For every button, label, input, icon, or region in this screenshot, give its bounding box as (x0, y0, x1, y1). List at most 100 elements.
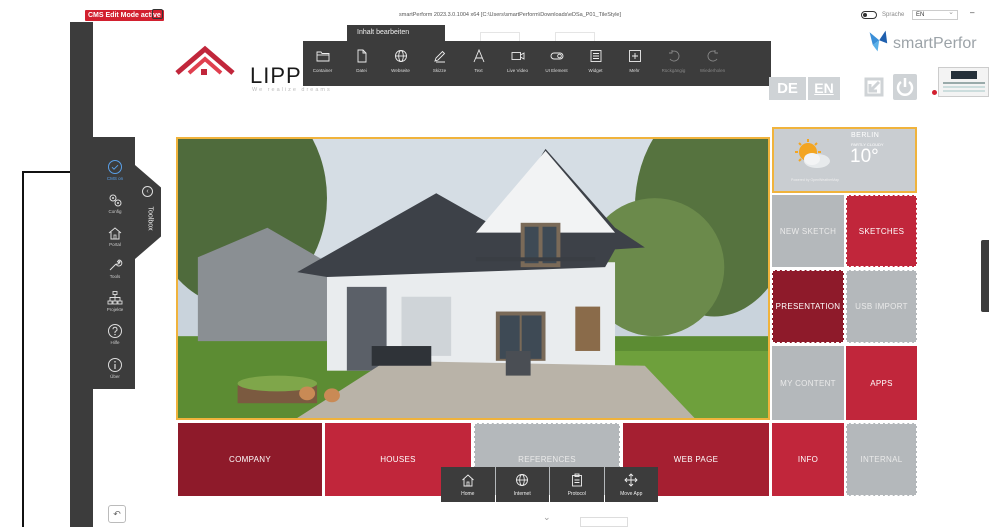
edit-button-label: Rückgängig (661, 68, 686, 73)
add-ui-element-button[interactable]: UI Element (537, 41, 576, 86)
house-photo (178, 139, 768, 418)
toolbox-collapse-button[interactable]: ‹ (142, 186, 153, 197)
language-en-button[interactable]: EN (808, 77, 840, 100)
video-icon (511, 52, 524, 60)
add-text-button[interactable]: Text (459, 41, 498, 86)
folder-icon (316, 51, 329, 62)
dock-internet-button[interactable]: Internet (495, 467, 549, 502)
butterfly-logo-icon (869, 30, 888, 52)
tile-new-sketch[interactable]: NEW SKETCH (772, 195, 844, 267)
lippe-logo-icon (175, 45, 235, 75)
weather-widget[interactable]: BERLIN PARTLY CLOUDY 10° Powered by Open… (772, 127, 917, 193)
tile-apps[interactable]: APPS (846, 346, 917, 420)
minimize-button[interactable]: – (970, 8, 974, 17)
language-toggle[interactable] (861, 11, 877, 19)
language-select-value: EN (916, 12, 925, 18)
exit-arrow-icon[interactable] (862, 75, 886, 99)
edit-button-label: Live Video (507, 68, 528, 73)
language-select[interactable]: EN (912, 9, 958, 20)
edit-button-label: Mehr (629, 68, 640, 73)
dock-button-label: Move App (620, 491, 643, 497)
weather-city: BERLIN (851, 132, 880, 139)
add-sketch-button[interactable]: Skizze (420, 41, 459, 86)
title-bar: CMS Edit Mode active smartPerform 2023.3… (0, 0, 989, 22)
logo-tagline: We realize dreams (252, 87, 332, 93)
language-de-button[interactable]: DE (769, 77, 806, 100)
dock-button-label: Internet (513, 491, 531, 497)
dock-home-button[interactable]: Home (441, 467, 495, 502)
edit-button-label: UI Element (545, 68, 568, 73)
tile-company[interactable]: COMPANY (178, 423, 322, 496)
add-live-video-button[interactable]: Live Video (498, 41, 537, 86)
edit-button-label: Widget (588, 68, 603, 73)
edit-button-label: Container (312, 68, 333, 73)
toolbox-item-cms-on[interactable]: CMS on (98, 159, 132, 181)
chat-icon[interactable] (152, 9, 163, 19)
tile-internal[interactable]: INTERNAL (846, 423, 917, 496)
toolbox-item-label: Config (108, 209, 122, 214)
toolbox-item-label: Portal (109, 242, 121, 247)
bottom-dock: Home Internet Protocol Move App (441, 467, 658, 502)
toolbox-item-label: CMS on (106, 176, 124, 181)
tile-sketches[interactable]: SKETCHES (846, 195, 917, 267)
edit-button-label: Datei (356, 68, 367, 73)
file-icon (357, 49, 366, 63)
callout-line-left (22, 172, 24, 527)
dock-move-app-button[interactable]: Move App (604, 467, 658, 502)
sitemap-icon (107, 291, 123, 305)
tile-my-content[interactable]: MY CONTENT (772, 346, 844, 420)
text-icon (473, 49, 484, 63)
smartperform-logo-text: smartPerfor (893, 35, 977, 52)
toolbox-item-portal[interactable]: Portal (98, 225, 132, 247)
edit-button-label: Webseite (391, 68, 410, 73)
language-label: Sprache (882, 12, 905, 18)
add-website-button[interactable]: Webseite (381, 41, 420, 86)
tile-info[interactable]: INFO (772, 423, 844, 496)
weather-temperature: 10° (850, 146, 879, 167)
undo-edit-button[interactable]: Rückgängig (654, 41, 693, 86)
window-thumbnail[interactable] (938, 67, 989, 97)
weather-footer: Powered by OpenWeatherMap (791, 178, 839, 182)
dock-button-label: Home (461, 491, 475, 497)
chevron-down-icon[interactable]: ⌄ (543, 512, 551, 523)
hero-house-image[interactable] (176, 137, 770, 420)
toolbox-item-projekte[interactable]: Projekte (98, 290, 132, 312)
dock-protocol-button[interactable]: Protocol (550, 467, 604, 502)
toolbox-item-hilfe[interactable]: Hilfe (98, 323, 132, 345)
clipboard-icon (571, 473, 582, 487)
undo-button[interactable]: ↶ (108, 505, 126, 523)
redo-edit-button[interactable]: Wiederholen (693, 41, 732, 86)
more-button[interactable]: Mehr (615, 41, 654, 86)
help-icon (108, 324, 122, 338)
app-window: CMS Edit Mode active smartPerform 2023.3… (0, 0, 989, 527)
window-title: smartPerform 2023.3.0.1004 x64 [C:\Users… (398, 12, 622, 18)
info-icon (108, 358, 122, 372)
edit-button-label: Skizze (432, 68, 447, 73)
toolbox-item-uber[interactable]: Über (98, 357, 132, 379)
mini-preview[interactable] (580, 517, 628, 527)
toolbox-item-label: Hilfe (110, 340, 120, 345)
right-panel-handle[interactable] (981, 240, 989, 312)
check-circle-icon (108, 160, 122, 174)
power-button[interactable] (893, 74, 917, 100)
edit-button-label: Text (474, 68, 483, 73)
globe-icon (394, 50, 407, 62)
partly-cloudy-icon (795, 139, 830, 168)
add-container-button[interactable]: Container (303, 41, 342, 86)
redo-icon (707, 50, 718, 62)
toolbox-item-config[interactable]: Config (98, 192, 132, 214)
gears-icon (109, 194, 122, 207)
tile-usb-import[interactable]: USB IMPORT (846, 270, 917, 343)
toolbox-item-label: Über (110, 374, 120, 379)
home-icon (108, 227, 122, 240)
edit-button-label: Wiederholen (699, 68, 726, 73)
add-file-button[interactable]: Datei (342, 41, 381, 86)
add-widget-button[interactable]: Widget (576, 41, 615, 86)
power-icon (896, 78, 914, 96)
edit-content-tab[interactable]: Inhalt bearbeiten (347, 25, 445, 41)
widget-icon (590, 50, 601, 62)
toolbox-item-tools[interactable]: Tools (98, 257, 132, 279)
tile-presentation[interactable]: PRESENTATION (772, 270, 844, 343)
toolbox-label: Toolbox (146, 206, 154, 231)
status-dot (932, 90, 937, 95)
